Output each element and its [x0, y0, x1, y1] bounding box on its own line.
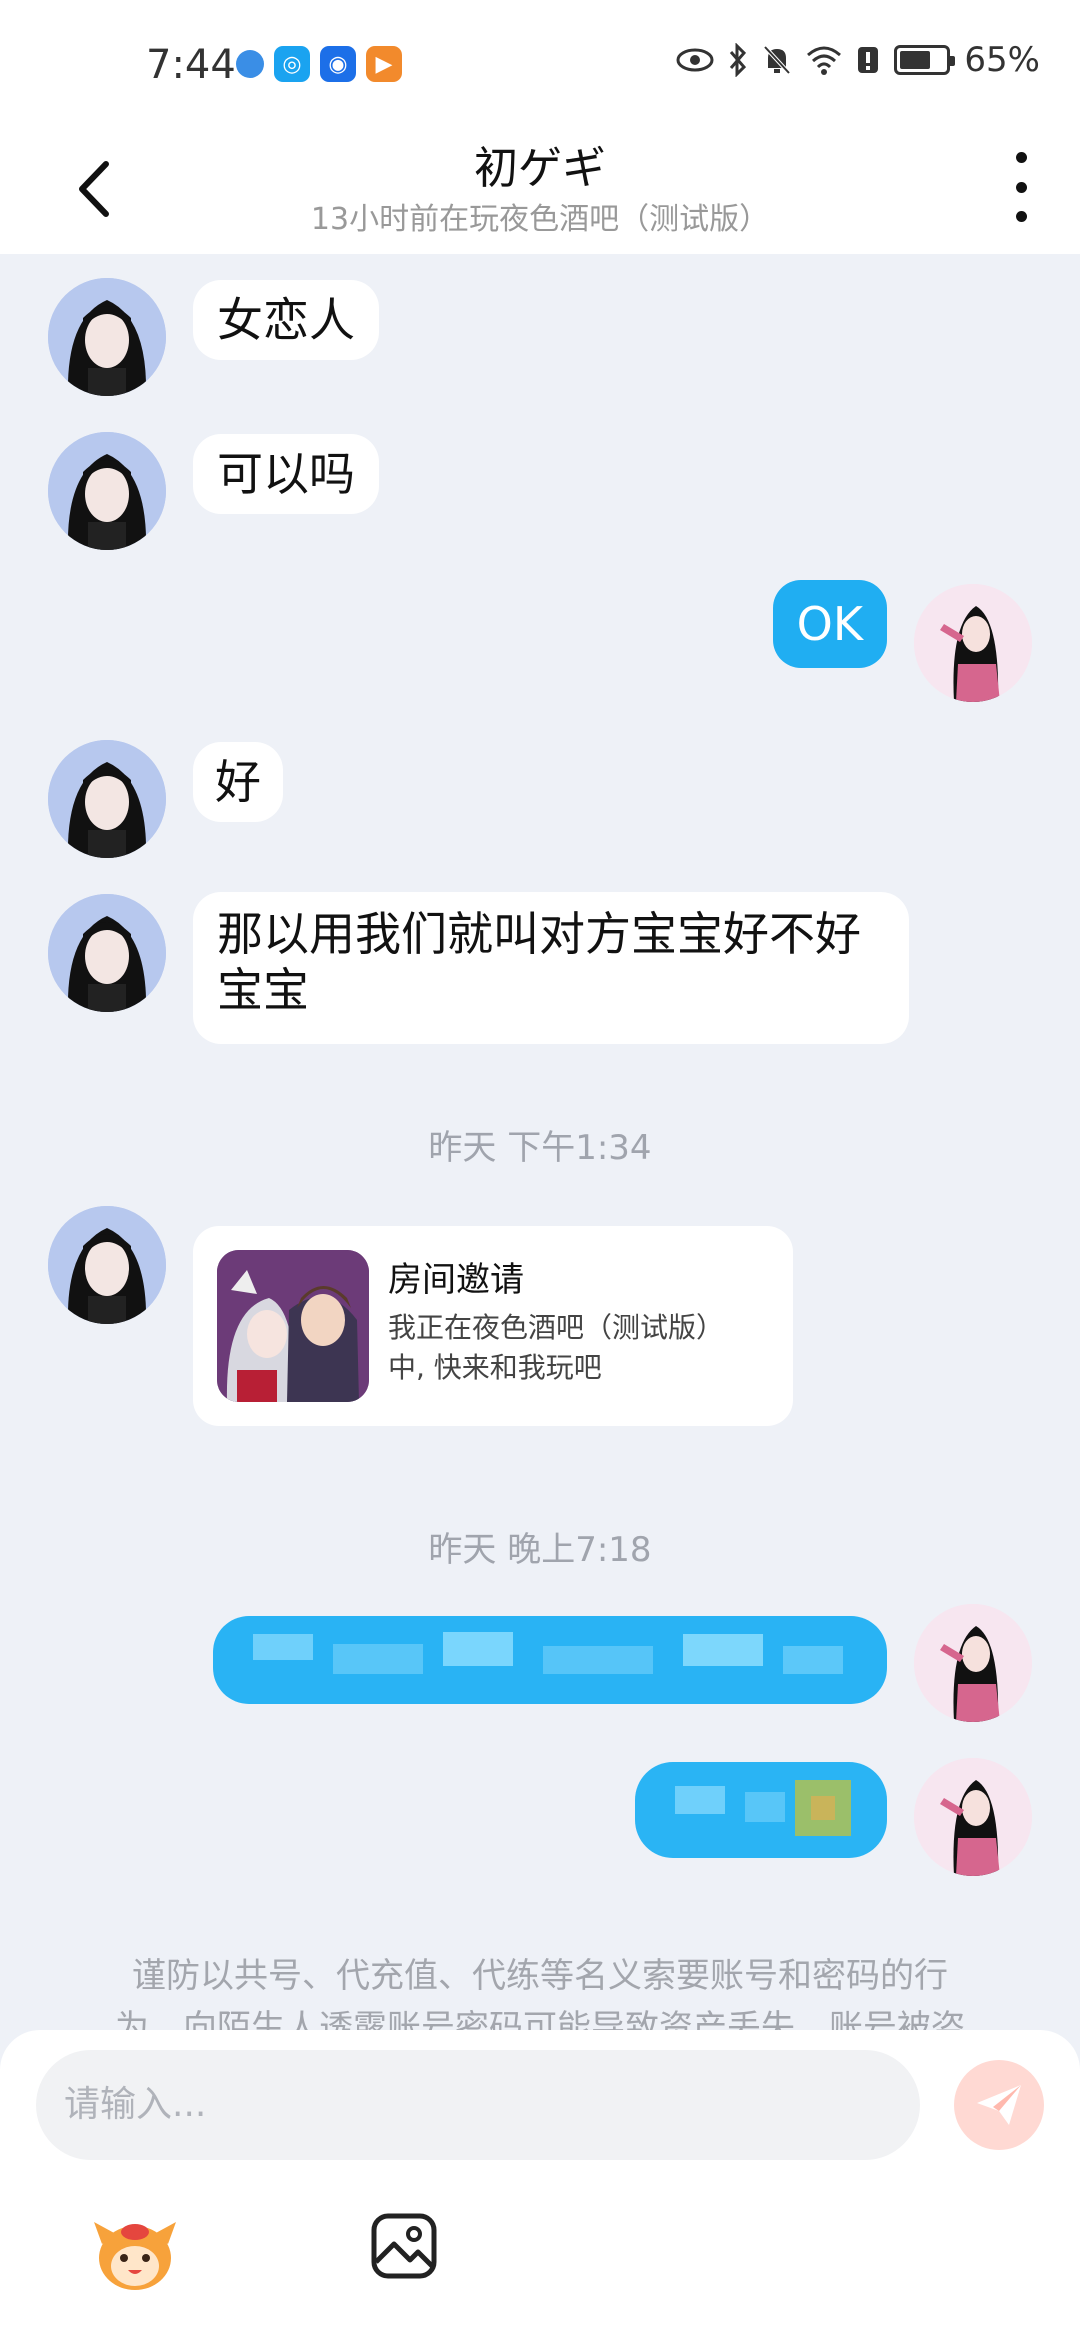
status-indicators: 65% [676, 40, 1040, 80]
notice-line: 谨防以共号、代充值、代练等名义索要账号和密码的行 [132, 1956, 948, 1996]
timestamp: 昨天 下午1:34 [428, 1128, 652, 1168]
avatar[interactable] [48, 740, 166, 858]
game-thumbnail [217, 1250, 369, 1402]
message-input[interactable]: 请输入... [36, 2050, 920, 2160]
invite-desc-line: 中, 快来和我玩吧 [388, 1351, 602, 1384]
contact-status: 13小时前在玩夜色酒吧（测试版） [310, 202, 770, 237]
message-bubble-in[interactable]: 那以用我们就叫对方宝宝好不好 宝宝 [193, 892, 909, 1044]
avatar[interactable] [48, 894, 166, 1012]
invite-description: 我正在夜色酒吧（测试版） 中, 快来和我玩吧 [388, 1308, 768, 1388]
message-line: 那以用我们就叫对方宝宝好不好 [217, 907, 861, 961]
message-bubble-in[interactable]: 可以吗 [193, 434, 379, 514]
contact-name: 初ゲギ [474, 143, 606, 194]
status-time: 7:44 [146, 42, 236, 88]
status-app-icons: ◎ ◉ ▶ [236, 46, 402, 82]
wifi-icon [807, 46, 842, 75]
battery-icon [894, 45, 956, 75]
app-notification-icon [236, 50, 264, 78]
send-icon [977, 2085, 1021, 2125]
invite-title: 房间邀请 [388, 1260, 524, 1300]
play-app-icon: ▶ [366, 46, 402, 82]
safety-notice: 谨防以共号、代充值、代练等名义索要账号和密码的行 为，向陌生人透露账号密码可能导… [60, 1950, 1020, 2030]
composer: 请输入... [0, 2030, 1080, 2340]
eye-icon [676, 48, 714, 72]
notice-line: 为，向陌生人透露账号密码可能导致资产丢失，账号被盗 [115, 2008, 965, 2030]
bluetooth-icon [730, 43, 747, 77]
chat-messages[interactable]: 女恋人 可以吗 OK 好 那以用我们就叫对方宝宝好不好 宝宝 昨天 下午1:34 [0, 254, 1080, 2030]
censored-message-bubble[interactable] [635, 1762, 887, 1858]
chat-header: 初ゲギ 13小时前在玩夜色酒吧（测试版） [0, 124, 1080, 254]
avatar-self[interactable] [914, 1604, 1032, 1722]
message-bubble-out[interactable]: OK [772, 580, 887, 668]
avatar-self[interactable] [914, 584, 1032, 702]
mascot-icon[interactable] [90, 2208, 180, 2298]
signal-alert-icon [858, 47, 879, 73]
more-vertical-icon[interactable] [1014, 152, 1028, 222]
status-bar: 7:44 ◎ ◉ ▶ 65% [0, 0, 1080, 124]
avatar[interactable] [48, 278, 166, 396]
message-line: 宝宝 [217, 963, 309, 1017]
avatar[interactable] [48, 1206, 166, 1324]
mute-bell-icon [763, 45, 791, 75]
image-icon[interactable] [370, 2212, 438, 2280]
message-bubble-in[interactable]: 好 [193, 742, 283, 822]
invite-desc-line: 我正在夜色酒吧（测试版） [388, 1311, 725, 1344]
room-invite-card[interactable]: 房间邀请 我正在夜色酒吧（测试版） 中, 快来和我玩吧 [193, 1226, 793, 1426]
send-button[interactable] [954, 2060, 1044, 2150]
bulb-app-icon: ◉ [320, 46, 356, 82]
censored-message-bubble[interactable] [213, 1616, 887, 1704]
search-app-icon: ◎ [274, 46, 310, 82]
avatar[interactable] [48, 432, 166, 550]
battery-percent: 65% [964, 40, 1040, 80]
timestamp: 昨天 晚上7:18 [428, 1530, 652, 1570]
message-bubble-in[interactable]: 女恋人 [193, 280, 379, 360]
avatar-self[interactable] [914, 1758, 1032, 1876]
